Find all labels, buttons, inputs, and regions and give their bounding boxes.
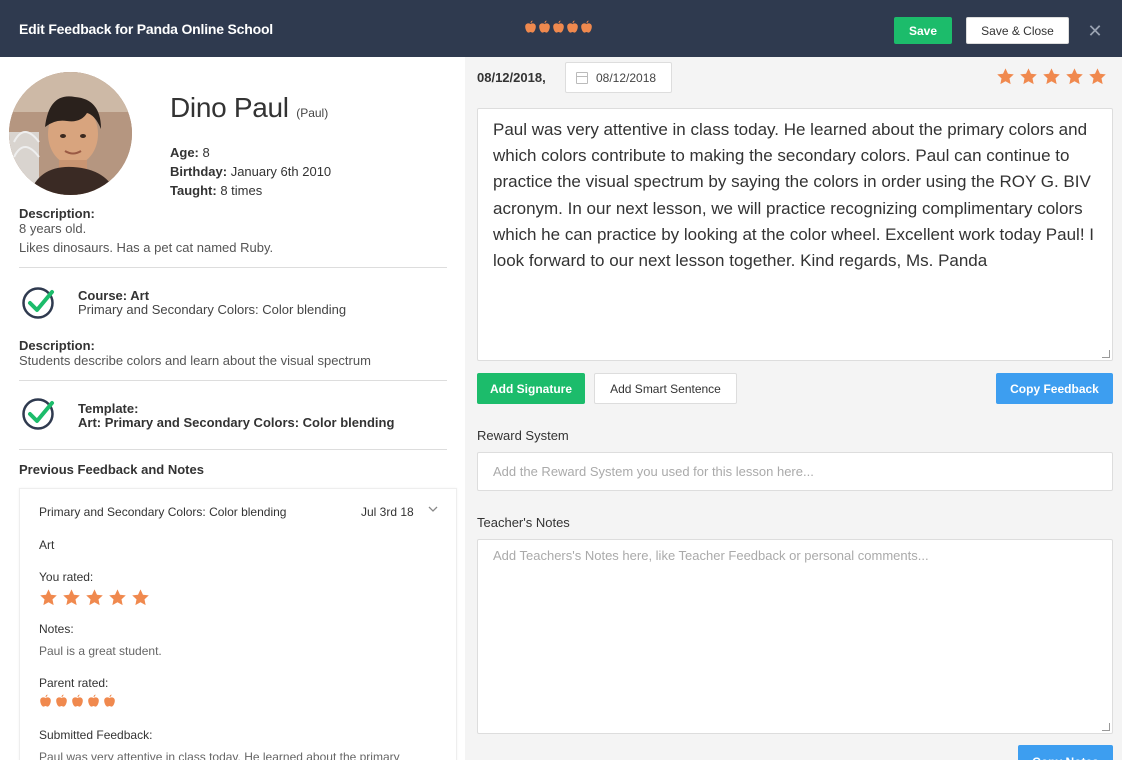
apple-icon: [103, 694, 116, 707]
course-description-label: Description:: [19, 338, 95, 353]
student-name: Dino Paul (Paul): [170, 92, 328, 124]
taught-label: Taught:: [170, 183, 217, 198]
student-description-label: Description:: [19, 206, 95, 221]
chevron-down-icon[interactable]: [427, 503, 439, 518]
feedback-rating-stars[interactable]: [996, 67, 1107, 86]
feedback-textarea[interactable]: Paul was very attentive in class today. …: [477, 108, 1113, 361]
previous-feedback-title: Previous Feedback and Notes: [19, 462, 204, 477]
star-icon: [39, 588, 58, 607]
star-icon: [62, 588, 81, 607]
star-icon: [85, 588, 104, 607]
apple-icon: [39, 694, 52, 707]
resize-handle[interactable]: [1102, 350, 1110, 358]
modal-title: Edit Feedback for Panda Online School: [19, 21, 273, 37]
copy-feedback-button[interactable]: Copy Feedback: [996, 373, 1113, 404]
student-description-line2: Likes dinosaurs. Has a pet cat named Rub…: [19, 240, 274, 255]
previous-subject: Art: [39, 538, 55, 552]
birthday-value: January 6th 2010: [230, 164, 332, 179]
star-icon[interactable]: [1065, 67, 1084, 86]
apple-icon: [71, 694, 84, 707]
previous-notes: Paul is a great student.: [39, 644, 162, 658]
save-close-button[interactable]: Save & Close: [966, 17, 1069, 44]
student-age: Age: 8: [170, 145, 210, 160]
previous-card-date: Jul 3rd 18: [361, 505, 414, 519]
add-signature-button[interactable]: Add Signature: [477, 373, 585, 404]
add-smart-sentence-button[interactable]: Add Smart Sentence: [594, 373, 737, 404]
template-label: Template:: [78, 401, 139, 416]
student-info-panel: Dino Paul (Paul) Age: 8 Birthday: Januar…: [0, 57, 465, 760]
submitted-feedback-label: Submitted Feedback:: [39, 728, 153, 742]
previous-feedback-card[interactable]: Primary and Secondary Colors: Color blen…: [19, 488, 457, 760]
check-circle-icon: [21, 284, 57, 320]
star-icon[interactable]: [1088, 67, 1107, 86]
student-name-text: Dino Paul: [170, 92, 289, 123]
teachers-notes-placeholder: Add Teachers's Notes here, like Teacher …: [493, 548, 929, 563]
course-label-text: Course:: [78, 288, 128, 303]
notes-label: Notes:: [39, 622, 74, 636]
modal-header: Edit Feedback for Panda Online School Sa…: [0, 0, 1122, 57]
teachers-notes-textarea[interactable]: Add Teachers's Notes here, like Teacher …: [477, 539, 1113, 734]
star-icon[interactable]: [1019, 67, 1038, 86]
date-picker[interactable]: 08/12/2018: [565, 62, 672, 93]
check-circle-icon: [21, 395, 57, 431]
course-label: Course: Art: [78, 288, 149, 303]
you-rated-stars: [39, 588, 150, 607]
lesson-date: 08/12/2018,: [477, 70, 546, 85]
star-icon[interactable]: [1042, 67, 1061, 86]
previous-card-title: Primary and Secondary Colors: Color blen…: [39, 505, 287, 519]
parent-rated-apples: [39, 694, 116, 707]
star-icon: [108, 588, 127, 607]
copy-notes-button[interactable]: Copy Notes: [1018, 745, 1113, 760]
course-description: Students describe colors and learn about…: [19, 353, 371, 368]
course-title: Primary and Secondary Colors: Color blen…: [78, 302, 347, 317]
reward-system-input[interactable]: Add the Reward System you used for this …: [477, 452, 1113, 491]
avatar: [9, 72, 132, 195]
you-rated-label: You rated:: [39, 570, 94, 584]
student-birthday: Birthday: January 6th 2010: [170, 164, 331, 179]
course-name: Art: [130, 288, 150, 303]
submitted-feedback-preview: Paul was very attentive in class today. …: [39, 750, 400, 760]
apple-icon: [566, 20, 579, 33]
divider: [19, 267, 447, 268]
parent-rated-label: Parent rated:: [39, 676, 109, 690]
apple-icon: [580, 20, 593, 33]
age-label: Age:: [170, 145, 199, 160]
template-value: Art: Primary and Secondary Colors: Color…: [78, 415, 395, 430]
apple-icon: [55, 694, 68, 707]
age-value: 8: [202, 145, 210, 160]
resize-handle[interactable]: [1102, 723, 1110, 731]
teachers-notes-label: Teacher's Notes: [477, 515, 570, 530]
feedback-text: Paul was very attentive in class today. …: [493, 120, 1094, 271]
apple-icon: [524, 20, 537, 33]
student-taught: Taught: 8 times: [170, 183, 262, 198]
divider: [19, 380, 447, 381]
apple-icon: [552, 20, 565, 33]
parent-rating-apples: [524, 20, 593, 33]
close-icon[interactable]: ✕: [1086, 22, 1104, 40]
apple-icon: [87, 694, 100, 707]
save-button[interactable]: Save: [894, 17, 952, 44]
star-icon[interactable]: [996, 67, 1015, 86]
student-nickname: (Paul): [296, 106, 329, 120]
star-icon: [131, 588, 150, 607]
reward-system-label: Reward System: [477, 428, 569, 443]
date-picker-value: 08/12/2018: [596, 71, 657, 85]
taught-value: 8 times: [220, 183, 263, 198]
reward-system-placeholder: Add the Reward System you used for this …: [493, 464, 814, 479]
divider: [19, 449, 447, 450]
calendar-icon: [576, 72, 588, 84]
apple-icon: [538, 20, 551, 33]
birthday-label: Birthday:: [170, 164, 228, 179]
student-description-line1: 8 years old.: [19, 221, 87, 236]
